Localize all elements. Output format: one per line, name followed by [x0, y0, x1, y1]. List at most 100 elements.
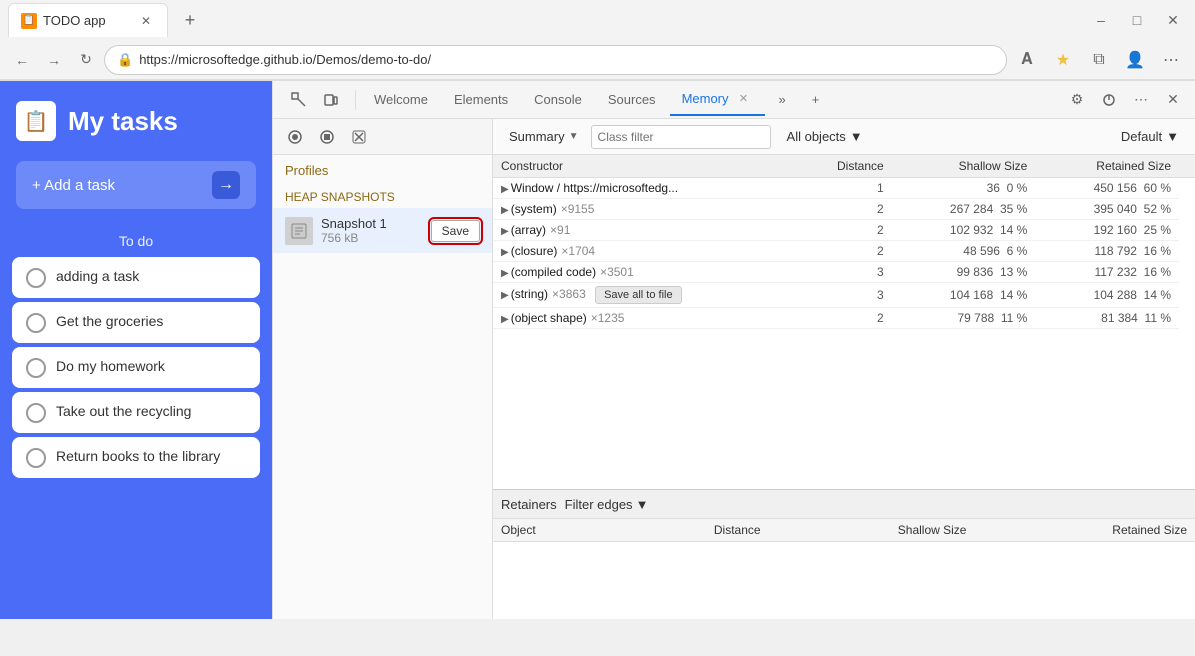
tab-elements-label: Elements: [454, 92, 508, 107]
row-expand-icon[interactable]: ▶: [501, 268, 509, 279]
task-item[interactable]: Do my homework: [12, 347, 260, 388]
table-row[interactable]: ▶(closure)×1704 2 48 596 6 % 118 792 16 …: [493, 241, 1195, 262]
more-tabs-button[interactable]: »: [767, 84, 798, 116]
new-devtools-tab-button[interactable]: +: [800, 84, 832, 116]
default-dropdown[interactable]: Default ▼: [1113, 127, 1187, 146]
experiments-button[interactable]: [1095, 86, 1123, 114]
read-aloud-button[interactable]: 𝐀: [1011, 44, 1043, 76]
task-checkbox[interactable]: [26, 268, 46, 288]
new-tab-button[interactable]: +: [176, 6, 204, 34]
table-row[interactable]: ▶(array)×91 2 102 932 14 % 192 160 25 %: [493, 220, 1195, 241]
forward-button[interactable]: →: [40, 46, 68, 74]
add-task-button[interactable]: + Add a task →: [16, 161, 256, 209]
col-retained-size: Retained Size: [1035, 155, 1179, 178]
close-window-button[interactable]: ✕: [1159, 6, 1187, 34]
row-expand-icon[interactable]: ▶: [501, 290, 509, 301]
class-filter-input[interactable]: [591, 125, 771, 149]
constructor-name: (string): [511, 287, 548, 301]
devtools-actions: ⚙ ⋯ ✕: [1063, 86, 1187, 114]
retainers-toolbar: Retainers Filter edges ▼: [493, 489, 1195, 519]
table-row[interactable]: ▶(compiled code)×3501 3 99 836 13 % 117 …: [493, 262, 1195, 283]
maximize-button[interactable]: □: [1123, 6, 1151, 34]
sidebar-header: 📋 My tasks: [0, 81, 272, 161]
address-text: https://microsoftedge.github.io/Demos/de…: [139, 52, 431, 67]
refresh-button[interactable]: ↻: [72, 46, 100, 74]
back-button[interactable]: ←: [8, 46, 36, 74]
profile-button[interactable]: 👤: [1119, 44, 1151, 76]
record-button[interactable]: [281, 123, 309, 151]
task-checkbox[interactable]: [26, 313, 46, 333]
snapshot-size: 756 kB: [321, 231, 423, 245]
task-text: Do my homework: [56, 357, 165, 377]
row-expand-icon[interactable]: ▶: [501, 205, 509, 216]
count-badge: ×9155: [561, 202, 595, 216]
tab-favicon: 📋: [21, 13, 37, 29]
tab-welcome[interactable]: Welcome: [362, 84, 440, 116]
tab-close-button[interactable]: ✕: [137, 12, 155, 30]
settings-button[interactable]: ⚙: [1063, 86, 1091, 114]
collections-button[interactable]: ⧉: [1083, 44, 1115, 76]
count-badge: ×3501: [600, 265, 634, 279]
stop-button[interactable]: [313, 123, 341, 151]
task-checkbox[interactable]: [26, 358, 46, 378]
data-table: Constructor Distance Shallow Size Retain…: [493, 155, 1195, 329]
tab-memory-label: Memory: [682, 91, 729, 106]
shallow-size-cell: 267 284 35 %: [892, 199, 1036, 220]
task-item[interactable]: adding a task: [12, 257, 260, 298]
address-bar[interactable]: 🔒 https://microsoftedge.github.io/Demos/…: [104, 45, 1007, 75]
task-item[interactable]: Take out the recycling: [12, 392, 260, 433]
task-checkbox[interactable]: [26, 448, 46, 468]
devtools-more-button[interactable]: ⋯: [1127, 86, 1155, 114]
table-row[interactable]: ▶(string)×3863 Save all to file 3 104 16…: [493, 283, 1195, 308]
close-devtools-button[interactable]: ✕: [1159, 86, 1187, 114]
favorites-button[interactable]: ★: [1047, 44, 1079, 76]
nav-bar: ← → ↻ 🔒 https://microsoftedge.github.io/…: [0, 40, 1195, 80]
distance-cell: 3: [795, 262, 891, 283]
row-expand-icon[interactable]: ▶: [501, 184, 509, 195]
row-expand-icon[interactable]: ▶: [501, 247, 509, 258]
active-tab[interactable]: 📋 TODO app ✕: [8, 3, 168, 37]
count-badge: ×3863: [552, 287, 586, 301]
devtools-left-icons: [281, 86, 349, 114]
row-expand-icon[interactable]: ▶: [501, 314, 509, 325]
task-item[interactable]: Return books to the library: [12, 437, 260, 478]
tab-console[interactable]: Console: [522, 84, 594, 116]
retained-size-cell: 450 156 60 %: [1035, 178, 1179, 199]
table-row[interactable]: ▶(object shape)×1235 2 79 788 11 % 81 38…: [493, 308, 1195, 329]
minimize-button[interactable]: –: [1087, 6, 1115, 34]
clear-button[interactable]: [345, 123, 373, 151]
tab-sources[interactable]: Sources: [596, 84, 668, 116]
table-row[interactable]: ▶(system)×9155 2 267 284 35 % 395 040 52…: [493, 199, 1195, 220]
tab-memory[interactable]: Memory ✕: [670, 84, 765, 116]
task-text: adding a task: [56, 267, 139, 287]
save-all-button[interactable]: Save all to file: [595, 286, 681, 304]
all-objects-dropdown[interactable]: All objects ▼: [779, 127, 871, 146]
table-row[interactable]: ▶Window / https://microsoftedg... 1 36 0…: [493, 178, 1195, 199]
tab-memory-close-icon[interactable]: ✕: [735, 90, 753, 108]
more-options-button[interactable]: ⋯: [1155, 44, 1187, 76]
row-expand-icon[interactable]: ▶: [501, 226, 509, 237]
filter-edges-label: Filter edges: [565, 497, 633, 512]
retained-size-cell: 395 040 52 %: [1035, 199, 1179, 220]
shallow-size-cell: 79 788 11 %: [892, 308, 1036, 329]
constructor-name: (array): [511, 223, 546, 237]
browser-chrome: 📋 TODO app ✕ + – □ ✕ ← → ↻ 🔒 https://mic…: [0, 0, 1195, 81]
save-snapshot-button[interactable]: Save: [431, 220, 480, 242]
sidebar-logo: 📋: [16, 101, 56, 141]
devtools-tabs-bar: Welcome Elements Console Sources Memory …: [273, 81, 1195, 119]
filter-edges-arrow-icon: ▼: [636, 497, 649, 512]
task-item[interactable]: Get the groceries: [12, 302, 260, 343]
table-toolbar: Summary ▼ All objects ▼ Default ▼: [493, 119, 1195, 155]
retainers-col-distance: Distance: [616, 519, 768, 542]
tab-elements[interactable]: Elements: [442, 84, 520, 116]
task-checkbox[interactable]: [26, 403, 46, 423]
inspect-button[interactable]: [285, 86, 313, 114]
default-arrow-icon: ▼: [1166, 129, 1179, 144]
device-toolbar-button[interactable]: [317, 86, 345, 114]
tab-welcome-label: Welcome: [374, 92, 428, 107]
snapshot-item[interactable]: Snapshot 1 756 kB Save: [273, 208, 492, 253]
summary-dropdown[interactable]: Summary ▼: [501, 127, 587, 146]
left-panel: Profiles HEAP SNAPSHOTS Snapshot 1 756 k…: [273, 119, 493, 619]
distance-cell: 2: [795, 220, 891, 241]
filter-edges-button[interactable]: Filter edges ▼: [565, 497, 649, 512]
